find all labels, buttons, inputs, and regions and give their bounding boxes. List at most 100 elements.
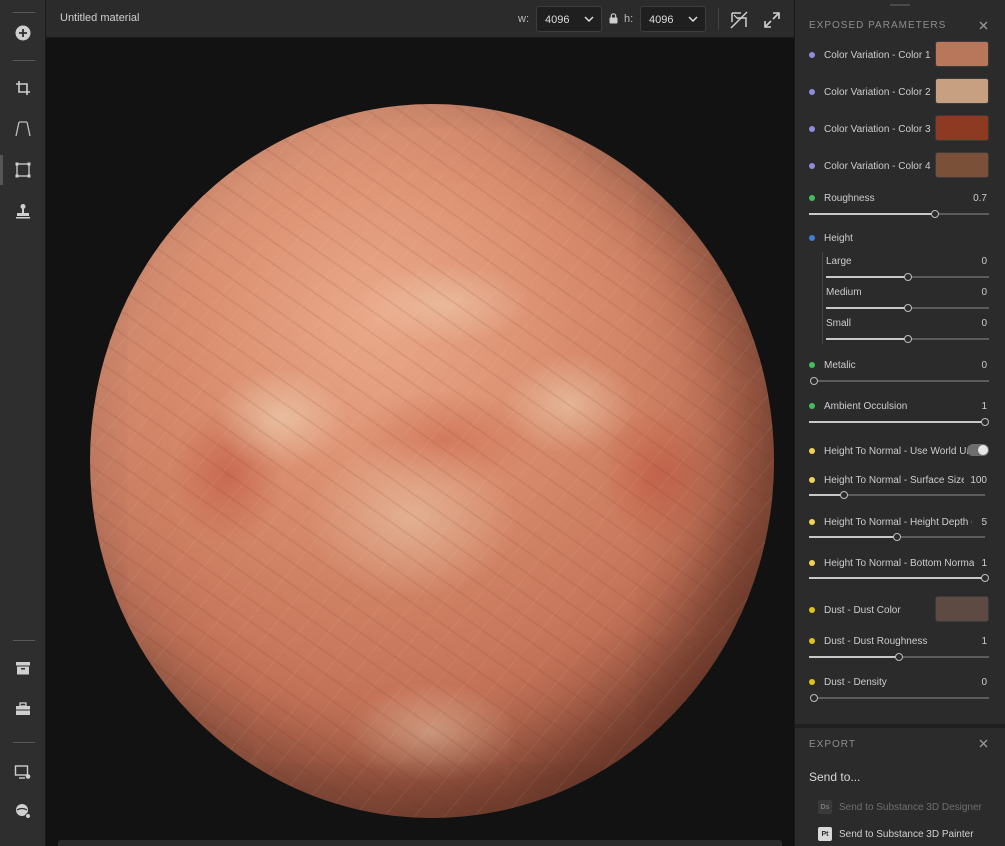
slider-thumb[interactable]	[981, 418, 989, 426]
add-button[interactable]	[7, 18, 39, 48]
color-3-swatch[interactable]	[935, 115, 989, 141]
display-settings-button[interactable]	[7, 757, 39, 787]
slider-thumb[interactable]	[893, 533, 901, 541]
send-to-designer-button[interactable]: Ds Send to Substance 3D Designer	[818, 799, 982, 815]
lock-icon[interactable]	[609, 13, 618, 24]
height-group-guide	[822, 252, 823, 344]
height-depth-slider[interactable]	[809, 533, 985, 541]
height-small-value[interactable]: 0	[981, 318, 987, 329]
bottom-normal-value[interactable]: 1	[981, 558, 987, 569]
slider-thumb[interactable]	[895, 653, 903, 661]
close-icon[interactable]	[979, 739, 988, 748]
height-depth-value[interactable]: 5	[981, 517, 987, 528]
height-medium-slider[interactable]	[826, 304, 989, 312]
header-divider	[718, 8, 719, 30]
transform-button[interactable]	[7, 155, 39, 185]
slider-thumb[interactable]	[840, 491, 849, 499]
metalic-value[interactable]: 0	[981, 360, 987, 371]
parameter-dot	[809, 679, 815, 685]
ambient-occlusion-slider[interactable]	[809, 418, 989, 426]
dust-roughness-slider[interactable]	[809, 653, 989, 661]
toolbox-button[interactable]	[7, 694, 39, 724]
tiling-off-icon[interactable]	[729, 10, 749, 30]
send-to-painter-button[interactable]: Pt Send to Substance 3D Painter	[818, 826, 974, 842]
close-icon[interactable]	[979, 21, 988, 30]
slider-fill	[826, 307, 908, 309]
height-group-label: Height	[824, 233, 853, 244]
color-4-swatch[interactable]	[935, 152, 989, 178]
slider-fill	[809, 494, 845, 496]
height-depth-label: Height To Normal - Height Depth (...	[824, 517, 972, 528]
archive-button[interactable]	[7, 653, 39, 683]
slider-thumb[interactable]	[981, 574, 989, 582]
ambient-occlusion-value[interactable]: 1	[981, 401, 987, 412]
slider-fill	[826, 276, 908, 278]
slider-thumb[interactable]	[903, 304, 912, 312]
dust-roughness-value[interactable]: 1	[981, 636, 987, 647]
metalic-slider[interactable]	[810, 377, 989, 385]
parameter-dot	[809, 519, 815, 525]
material-preview-sphere[interactable]	[90, 104, 774, 818]
ambient-occlusion-label: Ambient Occulsion	[824, 401, 908, 412]
dust-density-value[interactable]: 0	[981, 677, 987, 688]
slider-fill	[809, 421, 985, 423]
export-title: EXPORT	[809, 739, 856, 750]
height-medium-value[interactable]: 0	[981, 287, 987, 298]
toolbar-divider	[13, 640, 35, 641]
bottom-normal-slider[interactable]	[809, 574, 989, 582]
slider-thumb[interactable]	[903, 335, 912, 343]
parameter-dot	[809, 52, 815, 58]
metalic-label: Metalic	[824, 360, 856, 371]
roughness-slider[interactable]	[809, 210, 989, 218]
color-3-label: Color Variation - Color 3	[824, 124, 931, 135]
add-icon	[15, 25, 31, 41]
more-button[interactable]	[7, 832, 39, 846]
surface-size-slider[interactable]	[809, 491, 985, 499]
width-select[interactable]: 4096	[536, 6, 602, 32]
painter-app-icon: Pt	[818, 827, 832, 841]
surface-size-value[interactable]: 100	[970, 475, 987, 486]
roughness-value[interactable]: 0.7	[973, 193, 987, 204]
viewport-scrollbar[interactable]	[58, 840, 782, 846]
designer-app-icon: Ds	[818, 800, 832, 814]
height-large-value[interactable]: 0	[981, 256, 987, 267]
slider-fill	[809, 656, 899, 658]
slider-thumb[interactable]	[903, 273, 912, 281]
crop-button[interactable]	[7, 73, 39, 103]
use-world-units-label: Height To Normal - Use World Units	[824, 446, 970, 457]
use-world-units-toggle[interactable]	[967, 444, 989, 456]
panel-divider[interactable]	[795, 724, 1005, 728]
toolbar-divider	[13, 60, 35, 61]
bottom-normal-label: Height To Normal - Bottom Normal...	[824, 558, 974, 569]
parameter-dot	[809, 448, 815, 454]
color-1-swatch[interactable]	[935, 41, 989, 67]
stamp-button[interactable]	[7, 196, 39, 226]
dust-color-label: Dust - Dust Color	[824, 605, 901, 616]
dust-density-slider[interactable]	[810, 694, 989, 702]
height-value: 4096	[649, 14, 674, 26]
3d-viewport[interactable]	[46, 38, 794, 846]
width-value: 4096	[545, 14, 570, 26]
slider-thumb[interactable]	[810, 377, 818, 385]
environment-settings-button[interactable]	[7, 796, 39, 826]
right-panel: EXPOSED PARAMETERS Color Variation - Col…	[794, 0, 1005, 846]
perspective-button[interactable]	[7, 114, 39, 144]
expand-icon[interactable]	[762, 10, 782, 30]
toolbox-icon	[16, 702, 30, 715]
panel-grip-handle[interactable]	[890, 4, 910, 6]
slider-thumb[interactable]	[931, 210, 939, 218]
color-2-swatch[interactable]	[935, 78, 989, 104]
chevron-down-icon	[584, 16, 594, 23]
parameter-dot	[809, 126, 815, 132]
height-small-slider[interactable]	[826, 335, 989, 343]
parameter-dot	[809, 607, 815, 613]
height-large-slider[interactable]	[826, 273, 989, 281]
height-large-label: Large	[826, 256, 852, 267]
slider-fill	[809, 536, 897, 538]
height-select[interactable]: 4096	[640, 6, 706, 32]
dust-color-swatch[interactable]	[935, 596, 989, 622]
stamp-icon	[16, 204, 30, 219]
slider-thumb[interactable]	[810, 694, 818, 702]
slider-fill	[809, 577, 985, 579]
parameter-dot	[809, 638, 815, 644]
